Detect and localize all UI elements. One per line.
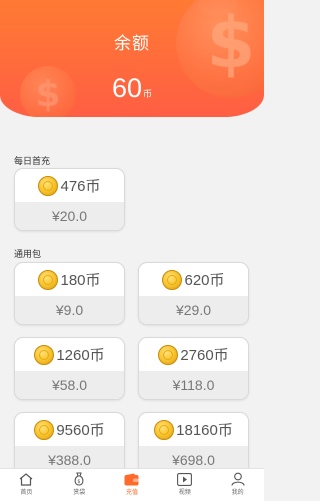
pack-coins: 9560币 (56, 422, 105, 439)
tab-label: 我的 (231, 489, 244, 496)
pack-coins: 476币 (60, 178, 101, 195)
tab-recharge[interactable]: 充值 (106, 469, 159, 501)
recharge-pack-card[interactable]: 620币 ¥29.0 (138, 262, 249, 325)
coin-icon (154, 419, 175, 440)
pack-coins: 18160币 (176, 422, 233, 439)
pack-price: ¥118.0 (172, 377, 215, 393)
tab-label: 赏袋 (73, 489, 86, 496)
pack-coins: 620币 (184, 272, 225, 289)
user-icon (230, 472, 246, 486)
home-icon (18, 472, 34, 486)
pack-coins: 2760币 (180, 347, 229, 364)
tab-profile[interactable]: 我的 (211, 469, 264, 501)
wallet-icon (124, 472, 140, 486)
recharge-pack-card[interactable]: 476币 ¥20.0 (14, 168, 125, 231)
balance-unit: 币 (143, 90, 153, 100)
coin-icon (34, 419, 55, 440)
tab-label: 首页 (20, 489, 33, 496)
tab-video[interactable]: 视频 (158, 469, 211, 501)
pack-price: ¥388.0 (48, 452, 91, 468)
balance-value: 60 (111, 73, 143, 103)
balance-amount: 60币 (0, 73, 264, 104)
pack-price: ¥9.0 (55, 302, 84, 318)
section-label-daily: 每日首充 (14, 157, 51, 167)
pack-coins: 180币 (60, 272, 101, 289)
tab-home[interactable]: 首页 (0, 469, 53, 501)
coin-icon (162, 269, 183, 290)
pack-price: ¥20.0 (51, 208, 88, 224)
tab-label: 视频 (178, 489, 191, 496)
coin-icon (158, 344, 179, 365)
bottom-tab-bar: 首页 $ 赏袋 充值 视频 我的 (0, 468, 264, 501)
recharge-pack-card[interactable]: 2760币 ¥118.0 (138, 337, 249, 400)
page-title: 余额 (114, 34, 150, 54)
money-bag-icon: $ (71, 472, 87, 486)
play-icon (177, 472, 193, 486)
tab-money-bag[interactable]: $ 赏袋 (53, 469, 106, 501)
svg-text:$: $ (78, 479, 81, 485)
recharge-pack-card[interactable]: 9560币 ¥388.0 (14, 412, 125, 475)
coin-icon (38, 269, 59, 290)
pack-price: ¥29.0 (175, 302, 212, 318)
coin-icon (34, 344, 55, 365)
recharge-pack-card[interactable]: 180币 ¥9.0 (14, 262, 125, 325)
pack-price: ¥58.0 (51, 377, 88, 393)
balance-header: 余额 60币 (0, 0, 264, 117)
tab-label: 充值 (125, 489, 138, 496)
coin-icon (38, 175, 59, 196)
pack-price: ¥698.0 (172, 452, 215, 468)
recharge-pack-card[interactable]: 1260币 ¥58.0 (14, 337, 125, 400)
pack-coins: 1260币 (56, 347, 105, 364)
recharge-pack-card[interactable]: 18160币 ¥698.0 (138, 412, 249, 475)
section-label-general: 通用包 (14, 250, 42, 260)
